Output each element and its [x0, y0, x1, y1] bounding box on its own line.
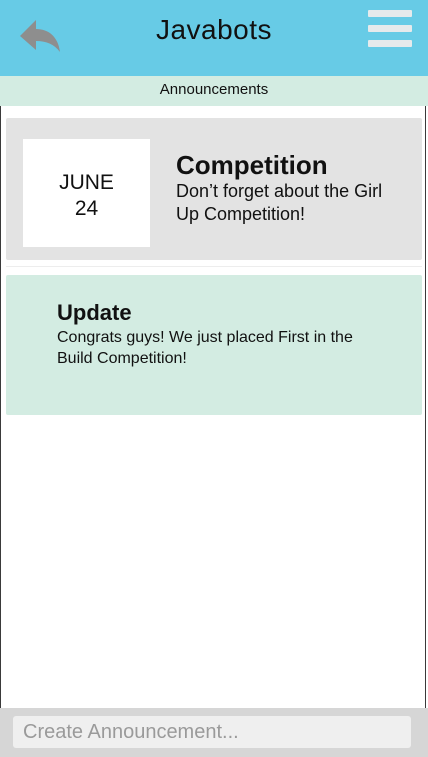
app-header: Javabots: [0, 0, 428, 76]
announcement-title: Update: [57, 300, 132, 325]
announcement-card[interactable]: Update Congrats guys! We just placed Fir…: [6, 275, 422, 415]
section-title: Announcements: [0, 76, 428, 106]
date-box: JUNE 24: [23, 139, 150, 247]
create-announcement-input[interactable]: [13, 716, 411, 748]
divider: [6, 266, 422, 267]
app-title: Javabots: [155, 14, 273, 45]
announcement-body: Don’t forget about the Girl Up Competiti…: [176, 181, 383, 224]
announcement-card[interactable]: JUNE 24 Competition Don’t forget about t…: [6, 118, 422, 260]
menu-button[interactable]: [368, 8, 414, 50]
announcement-body: Congrats guys! We just placed First in t…: [57, 329, 353, 367]
footer-bar: [0, 708, 428, 757]
announcement-title: Competition: [176, 150, 328, 180]
date-day: 24: [74, 197, 99, 220]
date-month: JUNE: [59, 171, 114, 194]
